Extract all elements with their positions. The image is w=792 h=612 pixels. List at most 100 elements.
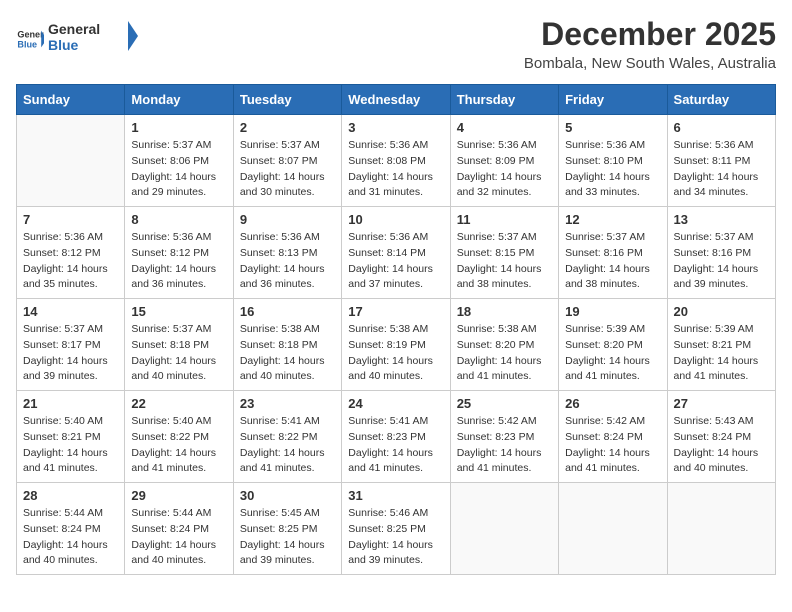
calendar-cell xyxy=(450,483,558,575)
day-info: Sunrise: 5:38 AM Sunset: 8:20 PM Dayligh… xyxy=(457,322,552,385)
calendar-cell: 12Sunrise: 5:37 AM Sunset: 8:16 PM Dayli… xyxy=(559,207,667,299)
day-info: Sunrise: 5:37 AM Sunset: 8:15 PM Dayligh… xyxy=(457,230,552,293)
calendar-cell: 9 Sunrise: 5:36 AM Sunset: 8:13 PM Daylig… xyxy=(233,207,341,299)
day-info: Sunrise: 5:37 AM Sunset: 8:16 PM Dayligh… xyxy=(674,230,769,293)
day-number: 12 xyxy=(565,212,660,227)
calendar-subtitle: Bombala, New South Wales, Australia xyxy=(524,55,776,72)
day-info: Sunrise: 5:36 AM Sunset: 8:08 PM Dayligh… xyxy=(348,138,443,201)
day-number: 19 xyxy=(565,304,660,319)
svg-text:General: General xyxy=(48,21,100,37)
calendar-cell: 18 Sunrise: 5:38 AM Sunset: 8:20 PM Dayli… xyxy=(450,299,558,391)
calendar-cell xyxy=(667,483,775,575)
calendar-cell: 24 Sunrise: 5:41 AM Sunset: 8:23 PM Dayli… xyxy=(342,391,450,483)
calendar-cell: 7 Sunrise: 5:36 AM Sunset: 8:12 PM Daylig… xyxy=(17,207,125,299)
calendar-cell: 14Sunrise: 5:37 AM Sunset: 8:17 PM Dayli… xyxy=(17,299,125,391)
day-info: Sunrise: 5:37 AM Sunset: 8:07 PM Dayligh… xyxy=(240,138,335,201)
calendar-cell: 15 Sunrise: 5:37 AM Sunset: 8:18 PM Dayli… xyxy=(125,299,233,391)
calendar-cell: 1 Sunrise: 5:37 AM Sunset: 8:06 PM Daylig… xyxy=(125,115,233,207)
calendar-cell xyxy=(559,483,667,575)
calendar-cell: 11 Sunrise: 5:37 AM Sunset: 8:15 PM Dayli… xyxy=(450,207,558,299)
day-number: 25 xyxy=(457,396,552,411)
day-info: Sunrise: 5:37 AM Sunset: 8:18 PM Dayligh… xyxy=(131,322,226,385)
calendar-cell: 2 Sunrise: 5:37 AM Sunset: 8:07 PM Daylig… xyxy=(233,115,341,207)
logo: General Blue General Blue xyxy=(16,16,138,61)
day-info: Sunrise: 5:40 AM Sunset: 8:21 PM Dayligh… xyxy=(23,414,118,477)
day-number: 31 xyxy=(348,488,443,503)
svg-text:General: General xyxy=(17,29,44,39)
day-info: Sunrise: 5:41 AM Sunset: 8:22 PM Dayligh… xyxy=(240,414,335,477)
day-number: 1 xyxy=(131,120,226,135)
header: General Blue General Blue December 2025 … xyxy=(16,16,776,72)
day-number: 18 xyxy=(457,304,552,319)
day-number: 22 xyxy=(131,396,226,411)
day-number: 3 xyxy=(348,120,443,135)
day-number: 11 xyxy=(457,212,552,227)
day-info: Sunrise: 5:38 AM Sunset: 8:18 PM Dayligh… xyxy=(240,322,335,385)
day-info: Sunrise: 5:42 AM Sunset: 8:23 PM Dayligh… xyxy=(457,414,552,477)
week-row-1: 1 Sunrise: 5:37 AM Sunset: 8:06 PM Daylig… xyxy=(17,115,776,207)
calendar-cell: 10 Sunrise: 5:36 AM Sunset: 8:14 PM Dayli… xyxy=(342,207,450,299)
day-number: 6 xyxy=(674,120,769,135)
day-number: 9 xyxy=(240,212,335,227)
day-number: 10 xyxy=(348,212,443,227)
calendar-cell: 8Sunrise: 5:36 AM Sunset: 8:12 PM Daylig… xyxy=(125,207,233,299)
week-row-3: 14Sunrise: 5:37 AM Sunset: 8:17 PM Dayli… xyxy=(17,299,776,391)
day-number: 26 xyxy=(565,396,660,411)
svg-text:Blue: Blue xyxy=(48,37,79,53)
header-cell-friday: Friday xyxy=(559,85,667,115)
week-row-2: 7 Sunrise: 5:36 AM Sunset: 8:12 PM Daylig… xyxy=(17,207,776,299)
calendar-cell: 23 Sunrise: 5:41 AM Sunset: 8:22 PM Dayli… xyxy=(233,391,341,483)
header-row: SundayMondayTuesdayWednesdayThursdayFrid… xyxy=(17,85,776,115)
day-info: Sunrise: 5:46 AM Sunset: 8:25 PM Dayligh… xyxy=(348,506,443,569)
day-info: Sunrise: 5:44 AM Sunset: 8:24 PM Dayligh… xyxy=(131,506,226,569)
day-info: Sunrise: 5:45 AM Sunset: 8:25 PM Dayligh… xyxy=(240,506,335,569)
calendar-title: December 2025 xyxy=(524,16,776,53)
calendar-cell: 19 Sunrise: 5:39 AM Sunset: 8:20 PM Dayli… xyxy=(559,299,667,391)
day-number: 15 xyxy=(131,304,226,319)
day-number: 4 xyxy=(457,120,552,135)
calendar-cell: 29 Sunrise: 5:44 AM Sunset: 8:24 PM Dayli… xyxy=(125,483,233,575)
week-row-5: 28Sunrise: 5:44 AM Sunset: 8:24 PM Dayli… xyxy=(17,483,776,575)
day-info: Sunrise: 5:36 AM Sunset: 8:13 PM Dayligh… xyxy=(240,230,335,293)
calendar-cell: 3 Sunrise: 5:36 AM Sunset: 8:08 PM Daylig… xyxy=(342,115,450,207)
title-area: December 2025 Bombala, New South Wales, … xyxy=(524,16,776,72)
calendar-cell: 22Sunrise: 5:40 AM Sunset: 8:22 PM Dayli… xyxy=(125,391,233,483)
day-number: 29 xyxy=(131,488,226,503)
day-info: Sunrise: 5:36 AM Sunset: 8:11 PM Dayligh… xyxy=(674,138,769,201)
header-cell-monday: Monday xyxy=(125,85,233,115)
header-cell-tuesday: Tuesday xyxy=(233,85,341,115)
logo-icon: General Blue xyxy=(16,25,44,53)
day-number: 30 xyxy=(240,488,335,503)
logo-svg: General Blue xyxy=(48,16,138,56)
day-info: Sunrise: 5:37 AM Sunset: 8:06 PM Dayligh… xyxy=(131,138,226,201)
calendar-cell: 30 Sunrise: 5:45 AM Sunset: 8:25 PM Dayli… xyxy=(233,483,341,575)
day-info: Sunrise: 5:41 AM Sunset: 8:23 PM Dayligh… xyxy=(348,414,443,477)
day-info: Sunrise: 5:36 AM Sunset: 8:09 PM Dayligh… xyxy=(457,138,552,201)
calendar-cell: 21Sunrise: 5:40 AM Sunset: 8:21 PM Dayli… xyxy=(17,391,125,483)
day-info: Sunrise: 5:37 AM Sunset: 8:17 PM Dayligh… xyxy=(23,322,118,385)
day-info: Sunrise: 5:36 AM Sunset: 8:12 PM Dayligh… xyxy=(131,230,226,293)
day-number: 20 xyxy=(674,304,769,319)
calendar-cell: 6 Sunrise: 5:36 AM Sunset: 8:11 PM Daylig… xyxy=(667,115,775,207)
calendar-cell: 26 Sunrise: 5:42 AM Sunset: 8:24 PM Dayli… xyxy=(559,391,667,483)
day-info: Sunrise: 5:44 AM Sunset: 8:24 PM Dayligh… xyxy=(23,506,118,569)
day-info: Sunrise: 5:39 AM Sunset: 8:20 PM Dayligh… xyxy=(565,322,660,385)
day-number: 7 xyxy=(23,212,118,227)
day-number: 23 xyxy=(240,396,335,411)
day-info: Sunrise: 5:36 AM Sunset: 8:12 PM Dayligh… xyxy=(23,230,118,293)
day-number: 5 xyxy=(565,120,660,135)
calendar-cell: 5Sunrise: 5:36 AM Sunset: 8:10 PM Daylig… xyxy=(559,115,667,207)
header-cell-sunday: Sunday xyxy=(17,85,125,115)
day-info: Sunrise: 5:38 AM Sunset: 8:19 PM Dayligh… xyxy=(348,322,443,385)
day-number: 24 xyxy=(348,396,443,411)
calendar-cell: 31 Sunrise: 5:46 AM Sunset: 8:25 PM Dayli… xyxy=(342,483,450,575)
day-number: 13 xyxy=(674,212,769,227)
calendar-body: 1 Sunrise: 5:37 AM Sunset: 8:06 PM Daylig… xyxy=(17,115,776,575)
calendar-cell: 17Sunrise: 5:38 AM Sunset: 8:19 PM Dayli… xyxy=(342,299,450,391)
day-number: 2 xyxy=(240,120,335,135)
day-info: Sunrise: 5:36 AM Sunset: 8:14 PM Dayligh… xyxy=(348,230,443,293)
header-cell-saturday: Saturday xyxy=(667,85,775,115)
day-info: Sunrise: 5:42 AM Sunset: 8:24 PM Dayligh… xyxy=(565,414,660,477)
calendar-cell: 27Sunrise: 5:43 AM Sunset: 8:24 PM Dayli… xyxy=(667,391,775,483)
day-info: Sunrise: 5:39 AM Sunset: 8:21 PM Dayligh… xyxy=(674,322,769,385)
